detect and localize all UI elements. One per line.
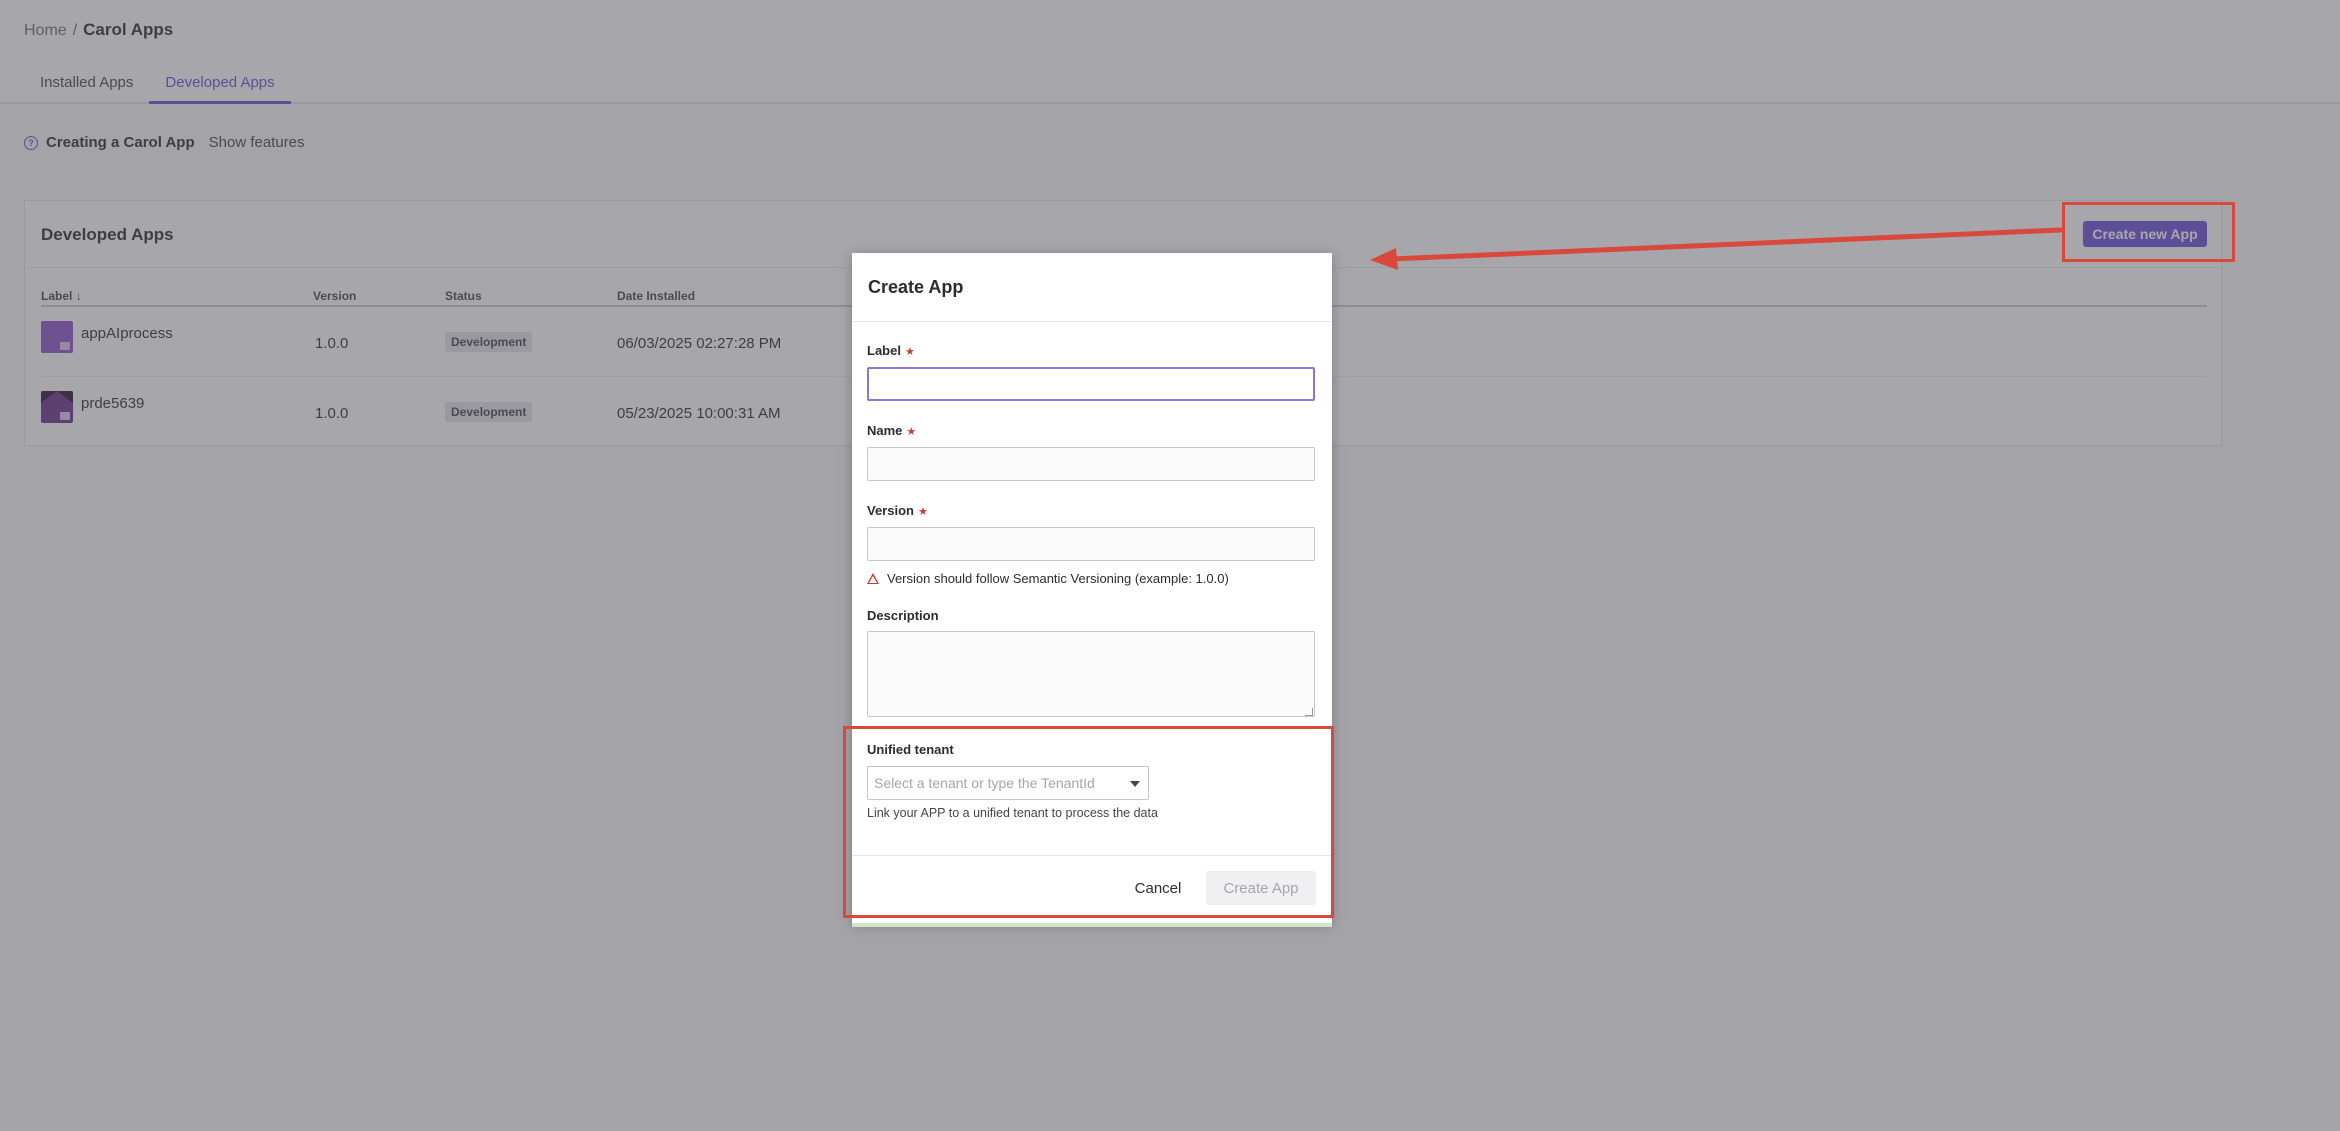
annotation-highlight-create-button [2062,202,2235,262]
required-star-icon: ★ [917,506,928,518]
name-input[interactable] [867,447,1315,481]
required-star-icon: ★ [906,426,917,438]
label-field-label: Label ★ [867,343,915,358]
warning-triangle-icon [867,573,879,584]
required-star-icon: ★ [904,346,915,358]
version-input[interactable] [867,527,1315,561]
description-field-label: Description [867,608,939,623]
dialog-bottom-strip [852,923,1332,927]
version-warning-text: Version should follow Semantic Versionin… [887,571,1229,586]
divider [852,321,1332,322]
annotation-arrow-icon [1370,227,2063,270]
version-warning: Version should follow Semantic Versionin… [867,571,1229,586]
resize-handle-icon[interactable] [1305,708,1313,716]
dialog-title: Create App [868,277,964,297]
description-textarea[interactable] [867,631,1315,717]
annotation-highlight-unified-tenant [843,726,1334,918]
version-field-label: Version ★ [867,503,928,518]
label-input[interactable] [867,367,1315,401]
name-field-label: Name ★ [867,423,917,438]
